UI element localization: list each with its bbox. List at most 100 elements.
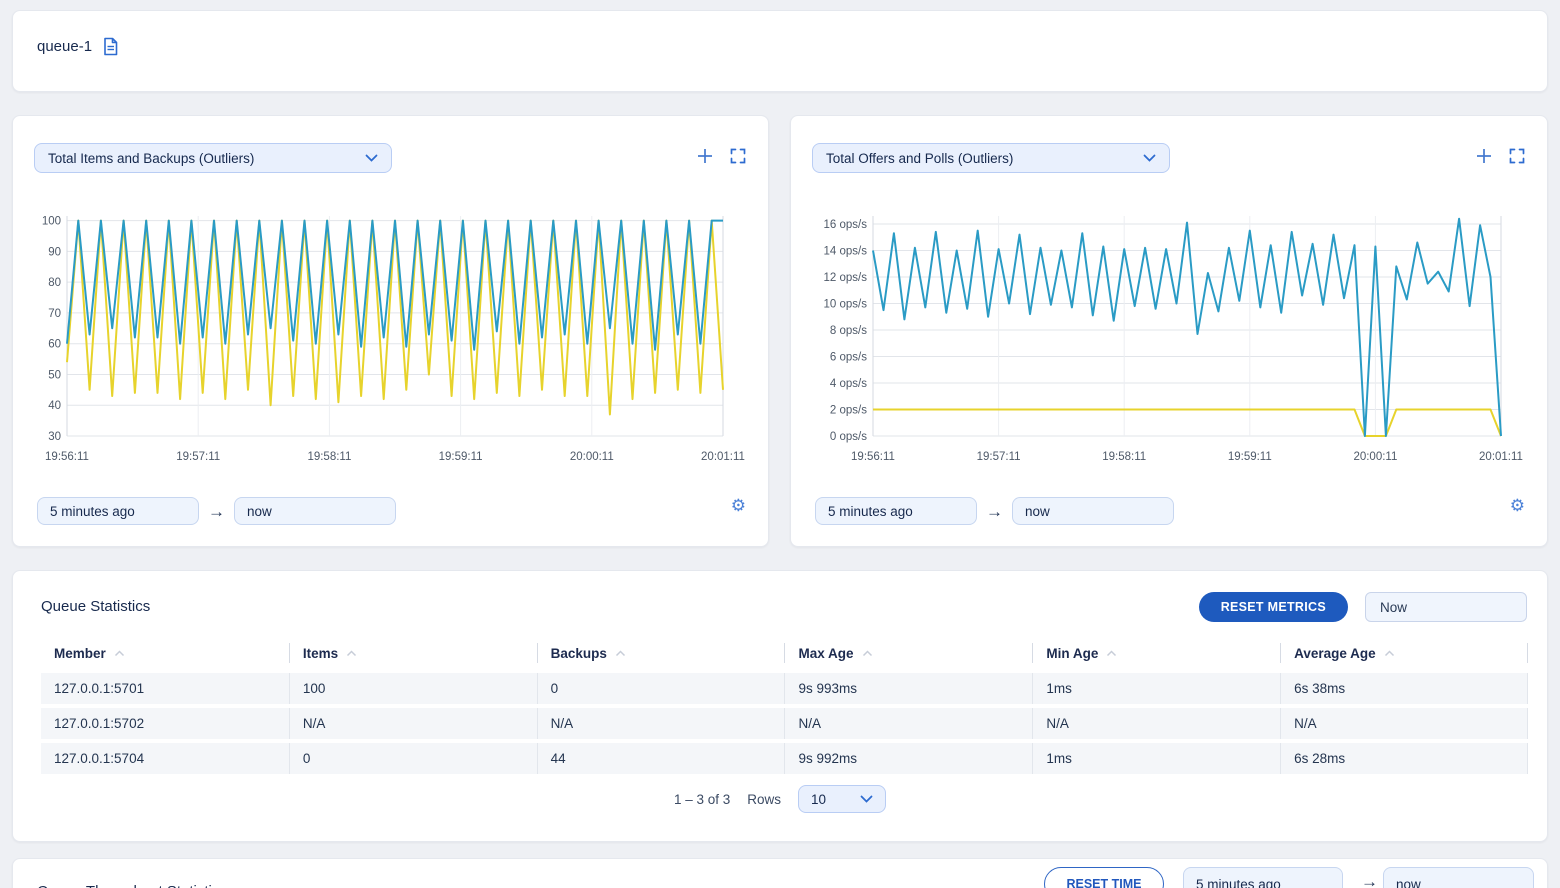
column-header-max-age[interactable]: Max Age	[784, 643, 1032, 663]
chevron-down-icon	[860, 795, 873, 803]
range-start-input[interactable]	[37, 497, 199, 525]
range-start-input[interactable]	[1183, 867, 1343, 888]
svg-text:60: 60	[48, 339, 61, 351]
chart-time-range: →	[815, 497, 1174, 525]
chart-metric-select-label: Total Offers and Polls (Outliers)	[826, 151, 1013, 166]
max-age-cell: N/A	[784, 708, 1032, 739]
svg-text:40: 40	[48, 400, 61, 412]
rows-per-page-value: 10	[811, 792, 826, 807]
svg-text:19:58:11: 19:58:11	[307, 451, 351, 463]
svg-text:20:01:11: 20:01:11	[1479, 451, 1523, 463]
svg-text:19:56:11: 19:56:11	[45, 451, 89, 463]
fullscreen-icon[interactable]	[1509, 148, 1525, 164]
svg-text:19:57:11: 19:57:11	[977, 451, 1021, 463]
svg-text:19:58:11: 19:58:11	[1102, 451, 1146, 463]
chart-actions	[697, 148, 746, 164]
queue-throughput-card: Queue Throughput Statistics RESET TIME →	[12, 858, 1548, 888]
arrow-right-icon: →	[1361, 873, 1378, 888]
reset-metrics-button[interactable]: RESET METRICS	[1199, 592, 1348, 622]
queue-title-row: queue-1	[13, 11, 1547, 56]
add-chart-icon[interactable]	[1476, 148, 1492, 164]
svg-text:70: 70	[48, 308, 61, 320]
stats-actions: RESET METRICS	[1199, 592, 1527, 622]
svg-text:2 ops/s: 2 ops/s	[830, 404, 867, 416]
sort-icon	[862, 650, 873, 657]
page-title: queue-1	[37, 38, 92, 55]
fullscreen-icon[interactable]	[730, 148, 746, 164]
svg-text:19:56:11: 19:56:11	[851, 451, 895, 463]
chart-metric-select-label: Total Items and Backups (Outliers)	[48, 151, 254, 166]
arrow-right-icon: →	[986, 503, 1003, 520]
svg-text:90: 90	[48, 246, 61, 258]
member-cell: 127.0.0.1:5704	[41, 743, 289, 774]
section-title: Queue Throughput Statistics	[37, 883, 227, 888]
page: queue-1 Total Items and Backups (Outlier…	[0, 0, 1560, 888]
column-header-backups[interactable]: Backups	[537, 643, 785, 663]
backups-cell: N/A	[537, 708, 785, 739]
svg-text:4 ops/s: 4 ops/s	[830, 378, 867, 390]
chevron-down-icon	[365, 154, 378, 162]
gear-icon[interactable]: ⚙	[731, 497, 746, 514]
sort-icon	[346, 650, 357, 657]
svg-text:100: 100	[42, 216, 61, 228]
svg-text:20:00:11: 20:00:11	[1353, 451, 1397, 463]
svg-text:8 ops/s: 8 ops/s	[830, 325, 867, 337]
svg-text:14 ops/s: 14 ops/s	[824, 245, 868, 257]
gear-icon[interactable]: ⚙	[1510, 497, 1525, 514]
queue-header-card: queue-1	[12, 10, 1548, 92]
min-age-cell: 1ms	[1032, 743, 1280, 774]
section-title: Queue Statistics	[41, 598, 150, 615]
queue-statistics-table: Member Items Backups Max Age Min Age	[41, 637, 1528, 774]
column-header-items[interactable]: Items	[289, 643, 537, 663]
table-pagination: 1 – 3 of 3 Rows 10	[13, 785, 1547, 813]
svg-text:16 ops/s: 16 ops/s	[824, 219, 868, 231]
document-icon[interactable]	[102, 37, 119, 56]
chart-time-range: →	[37, 497, 396, 525]
average-age-cell: 6s 28ms	[1280, 743, 1528, 774]
items-cell: 100	[289, 673, 537, 704]
range-end-input[interactable]	[234, 497, 396, 525]
backups-cell: 44	[537, 743, 785, 774]
min-age-cell: 1ms	[1032, 673, 1280, 704]
svg-text:30: 30	[48, 431, 61, 443]
time-travel-input[interactable]	[1365, 592, 1527, 622]
max-age-cell: 9s 993ms	[784, 673, 1032, 704]
svg-text:19:59:11: 19:59:11	[1228, 451, 1272, 463]
chart-metric-select[interactable]: Total Offers and Polls (Outliers)	[812, 143, 1170, 173]
table-row: 127.0.0.1:5701 100 0 9s 993ms 1ms 6s 38m…	[41, 673, 1528, 704]
table-row: 127.0.0.1:5702 N/A N/A N/A N/A N/A	[41, 708, 1528, 739]
sort-icon	[615, 650, 626, 657]
items-backups-line-chart: 3040506070809010019:56:1119:57:1119:58:1…	[34, 204, 750, 469]
column-header-member[interactable]: Member	[41, 643, 289, 663]
average-age-cell: N/A	[1280, 708, 1528, 739]
max-age-cell: 9s 992ms	[784, 743, 1032, 774]
items-cell: 0	[289, 743, 537, 774]
add-chart-icon[interactable]	[697, 148, 713, 164]
svg-text:10 ops/s: 10 ops/s	[824, 298, 868, 310]
sort-icon	[1106, 650, 1117, 657]
pagination-range: 1 – 3 of 3	[674, 792, 730, 807]
column-header-min-age[interactable]: Min Age	[1032, 643, 1280, 663]
chart-metric-select[interactable]: Total Items and Backups (Outliers)	[34, 143, 392, 173]
svg-text:50: 50	[48, 369, 61, 381]
range-start-input[interactable]	[815, 497, 977, 525]
svg-text:0 ops/s: 0 ops/s	[830, 431, 867, 443]
backups-cell: 0	[537, 673, 785, 704]
queue-statistics-card: Queue Statistics RESET METRICS Member It…	[12, 570, 1548, 842]
svg-text:20:01:11: 20:01:11	[701, 451, 745, 463]
sort-icon	[1384, 650, 1395, 657]
member-cell: 127.0.0.1:5702	[41, 708, 289, 739]
range-end-input[interactable]	[1012, 497, 1174, 525]
member-cell: 127.0.0.1:5701	[41, 673, 289, 704]
svg-text:12 ops/s: 12 ops/s	[824, 272, 868, 284]
sort-icon	[114, 650, 125, 657]
items-backups-chart-card: Total Items and Backups (Outliers) 30 40 5…	[12, 115, 769, 547]
table-row: 127.0.0.1:5704 0 44 9s 992ms 1ms 6s 28ms	[41, 743, 1528, 774]
range-end-input[interactable]	[1383, 867, 1534, 888]
rows-per-page-select[interactable]: 10	[798, 785, 886, 813]
svg-text:19:59:11: 19:59:11	[439, 451, 483, 463]
svg-text:20:00:11: 20:00:11	[570, 451, 614, 463]
reset-time-button[interactable]: RESET TIME	[1044, 867, 1164, 888]
offers-polls-line-chart: 0 ops/s2 ops/s4 ops/s6 ops/s8 ops/s10 op…	[812, 204, 1528, 469]
column-header-average-age[interactable]: Average Age	[1280, 643, 1528, 663]
